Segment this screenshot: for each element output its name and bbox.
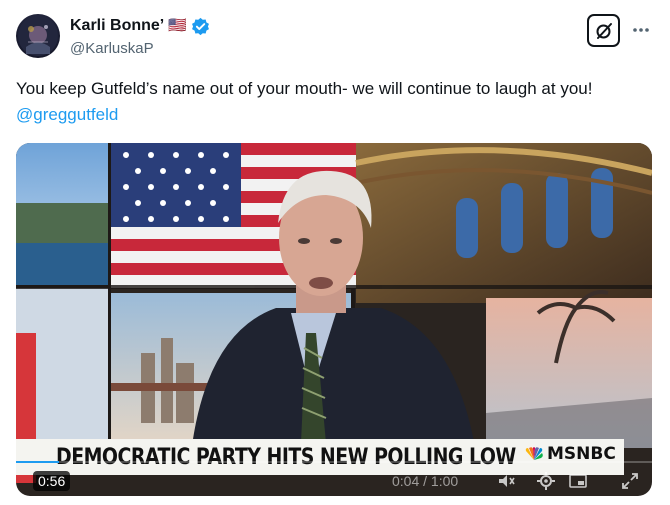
fullscreen-icon[interactable] bbox=[620, 471, 640, 491]
avatar-image bbox=[18, 16, 58, 56]
verified-badge-icon bbox=[191, 17, 210, 36]
grok-icon bbox=[596, 22, 612, 39]
video-player[interactable]: DEMOCRATIC PARTY HITS NEW POLLING LOW MS… bbox=[16, 143, 652, 496]
us-flag-icon: 🇺🇸 bbox=[168, 17, 187, 34]
settings-icon[interactable] bbox=[536, 471, 556, 491]
more-icon bbox=[633, 28, 649, 32]
handle[interactable]: @KarluskaP bbox=[70, 39, 154, 59]
time-readout: 0:04 / 1:00 bbox=[392, 473, 459, 489]
progress-bar[interactable] bbox=[16, 461, 652, 463]
tweet-text: You keep Gutfeld’s name out of your mout… bbox=[16, 76, 652, 128]
mention-link[interactable]: @greggutfeld bbox=[16, 105, 118, 124]
tweet-body-text: You keep Gutfeld’s name out of your mout… bbox=[16, 79, 593, 98]
picture-in-picture-icon[interactable] bbox=[568, 471, 588, 491]
avatar[interactable] bbox=[16, 14, 60, 58]
progress-fill bbox=[16, 461, 59, 463]
grok-button[interactable] bbox=[587, 14, 620, 47]
display-name[interactable]: Karli Bonne’ bbox=[70, 16, 164, 36]
more-button[interactable] bbox=[629, 20, 653, 40]
duration-badge: 0:56 bbox=[33, 471, 71, 491]
video-controls: 0:56 0:04 / 1:00 bbox=[16, 453, 652, 496]
user-name-row[interactable]: Karli Bonne’ 🇺🇸 bbox=[70, 16, 210, 36]
volume-icon[interactable] bbox=[496, 471, 516, 491]
